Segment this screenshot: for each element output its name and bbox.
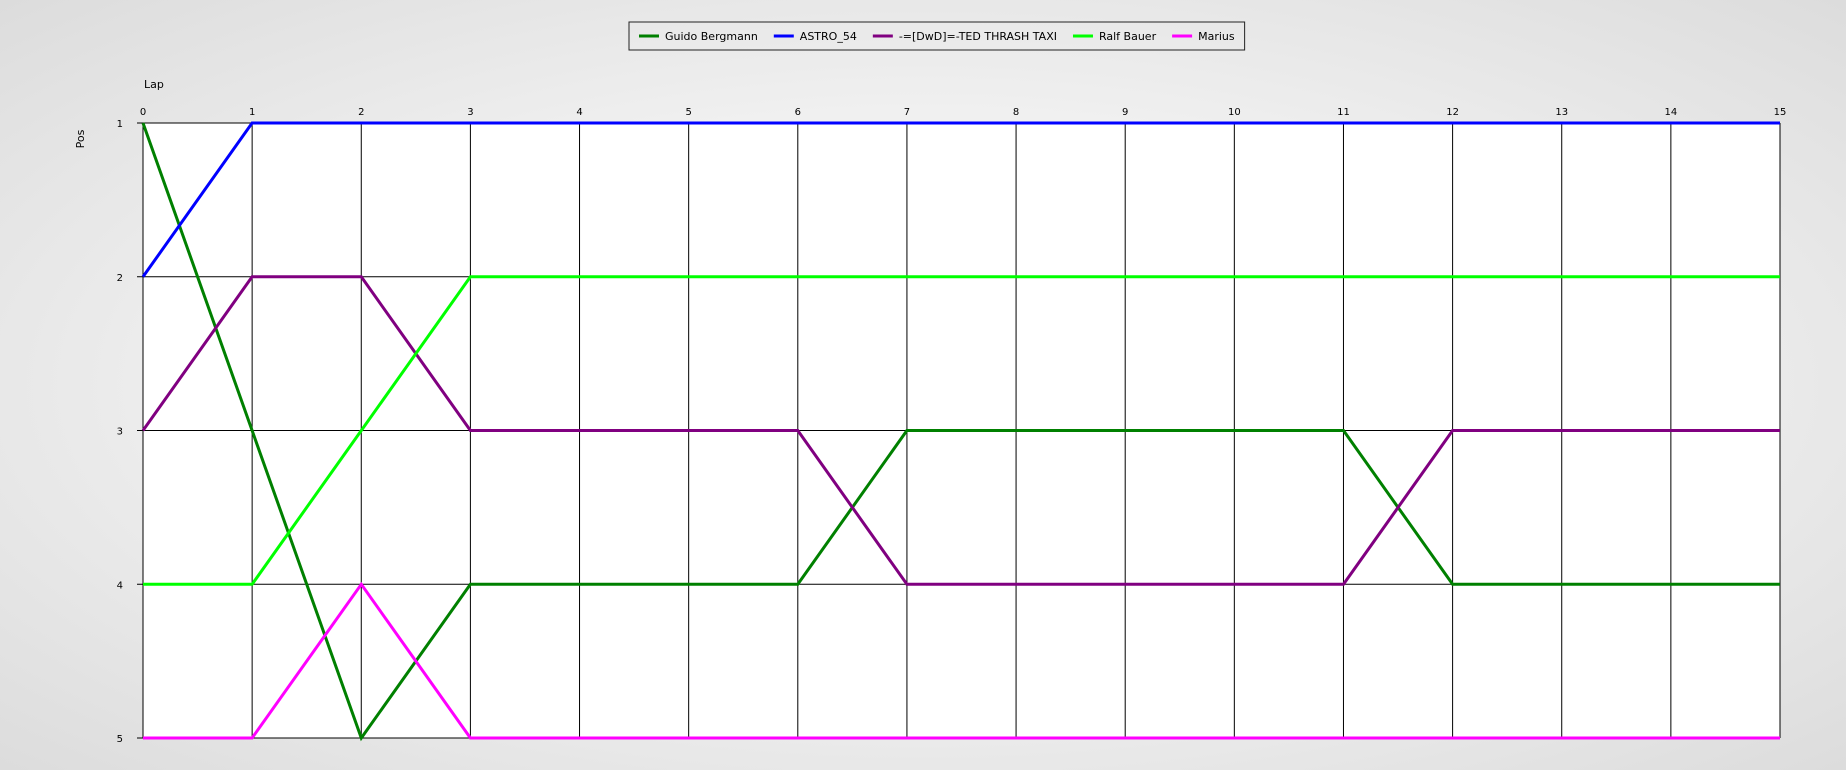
legend-label-2: -=[DwD]=-TED THRASH TAXI bbox=[899, 30, 1057, 43]
x-tick-label-12: 12 bbox=[1446, 107, 1459, 118]
x-tick-label-15: 15 bbox=[1774, 107, 1787, 118]
legend-label-3: Ralf Bauer bbox=[1099, 30, 1157, 43]
x-tick-label-5: 5 bbox=[685, 107, 691, 118]
y-tick-label-3: 4 bbox=[117, 580, 123, 591]
x-tick-label-7: 7 bbox=[904, 107, 910, 118]
legend: Guido Bergmann ASTRO_54 -=[DwD]=-TED THRAS… bbox=[628, 21, 1246, 51]
x-tick-label-9: 9 bbox=[1122, 107, 1128, 118]
legend-label-4: Marius bbox=[1198, 30, 1235, 43]
x-axis-title: Lap bbox=[144, 78, 164, 91]
x-tick-label-8: 8 bbox=[1013, 107, 1019, 118]
y-tick-label-1: 2 bbox=[117, 273, 123, 284]
x-tick-label-10: 10 bbox=[1228, 107, 1241, 118]
x-tick-label-1: 1 bbox=[249, 107, 255, 118]
x-tick-label-0: 0 bbox=[140, 107, 146, 118]
legend-label-0: Guido Bergmann bbox=[665, 30, 758, 43]
legend-label-1: ASTRO_54 bbox=[800, 30, 857, 43]
x-tick-label-14: 14 bbox=[1664, 107, 1677, 118]
x-tick-label-13: 13 bbox=[1555, 107, 1568, 118]
x-tick-label-2: 2 bbox=[358, 107, 364, 118]
x-tick-label-4: 4 bbox=[576, 107, 582, 118]
x-tick-label-11: 11 bbox=[1337, 107, 1350, 118]
y-tick-label-4: 5 bbox=[117, 734, 123, 745]
x-tick-label-6: 6 bbox=[795, 107, 801, 118]
x-tick-label-3: 3 bbox=[467, 107, 473, 118]
y-tick-label-0: 1 bbox=[117, 119, 123, 130]
y-tick-label-2: 3 bbox=[117, 427, 123, 438]
y-axis-title: Pos bbox=[74, 129, 87, 148]
race-position-chart: Guido Bergmann ASTRO_54 -=[DwD]=-TED THRAS… bbox=[74, 21, 1787, 745]
